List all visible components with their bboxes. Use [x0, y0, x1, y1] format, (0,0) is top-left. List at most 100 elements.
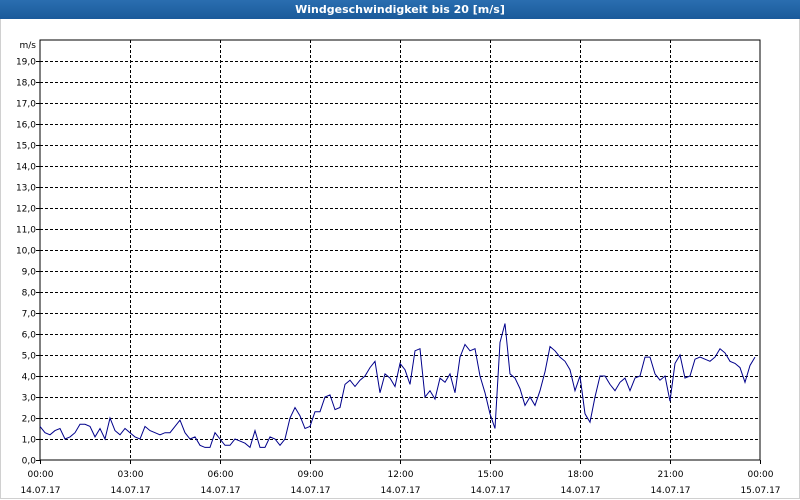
data-point	[589, 422, 590, 423]
data-point	[329, 394, 330, 395]
y-tick-label: 10,0	[16, 247, 36, 257]
data-point	[559, 357, 560, 358]
data-point	[484, 392, 485, 393]
data-point	[504, 323, 505, 324]
data-point	[429, 390, 430, 391]
data-point	[394, 386, 395, 387]
data-point	[179, 420, 180, 421]
data-point	[134, 436, 135, 437]
data-point	[344, 384, 345, 385]
x-tick-time-label: 09:00	[298, 470, 324, 480]
data-point	[489, 413, 490, 414]
data-point	[539, 390, 540, 391]
data-point	[249, 447, 250, 448]
data-point	[44, 432, 45, 433]
y-tick-label: 14,0	[16, 163, 36, 173]
data-point	[264, 447, 265, 448]
y-tick-label: 2,0	[22, 415, 37, 425]
data-point	[674, 363, 675, 364]
data-point	[64, 438, 65, 439]
data-point	[364, 375, 365, 376]
y-tick-label: 15,0	[16, 142, 36, 152]
data-point	[579, 375, 580, 376]
data-point	[119, 434, 120, 435]
data-point	[594, 396, 595, 397]
data-point	[379, 392, 380, 393]
x-tick-time-label: 21:00	[658, 470, 684, 480]
data-point	[704, 359, 705, 360]
y-tick-label: 12,0	[16, 205, 36, 215]
data-point	[609, 384, 610, 385]
data-point	[219, 438, 220, 439]
data-point	[439, 378, 440, 379]
data-point	[459, 357, 460, 358]
data-point	[524, 405, 525, 406]
y-tick-label: 9,0	[22, 268, 37, 278]
data-point	[94, 436, 95, 437]
data-point	[719, 348, 720, 349]
data-point	[54, 430, 55, 431]
data-point	[739, 367, 740, 368]
x-tick-date-label: 14.07.17	[290, 486, 330, 496]
x-tick-time-label: 18:00	[568, 470, 594, 480]
series-line	[39, 323, 756, 449]
y-tick-label: 18,0	[16, 79, 36, 89]
data-point	[599, 375, 600, 376]
data-point	[359, 380, 360, 381]
x-tick-date-label: 14.07.17	[650, 486, 690, 496]
y-tick-label: 17,0	[16, 100, 36, 110]
data-point	[169, 432, 170, 433]
y-tick-label: 4,0	[22, 373, 37, 383]
data-point	[59, 428, 60, 429]
data-point	[49, 434, 50, 435]
data-point	[519, 388, 520, 389]
data-point	[604, 375, 605, 376]
data-point	[229, 445, 230, 446]
data-point	[684, 378, 685, 379]
data-point	[529, 396, 530, 397]
data-point	[319, 411, 320, 412]
x-tick-time-label: 00:00	[28, 470, 54, 480]
data-point	[664, 375, 665, 376]
data-point	[414, 350, 415, 351]
data-point	[259, 447, 260, 448]
data-point	[224, 445, 225, 446]
data-point	[714, 357, 715, 358]
y-tick-label: 1,0	[22, 436, 37, 446]
x-tick-date-label: 14.07.17	[560, 486, 600, 496]
data-point	[174, 426, 175, 427]
data-point	[214, 432, 215, 433]
data-point	[544, 371, 545, 372]
y-tick-label: 16,0	[16, 121, 36, 131]
data-point	[729, 361, 730, 362]
data-point	[309, 426, 310, 427]
x-tick-date-label: 14.07.17	[470, 486, 510, 496]
data-point	[404, 369, 405, 370]
data-point	[409, 384, 410, 385]
data-point	[349, 380, 350, 381]
data-point	[149, 430, 150, 431]
data-point	[374, 361, 375, 362]
data-point	[709, 361, 710, 362]
y-tick-label: 0,0	[22, 457, 37, 467]
data-point	[339, 407, 340, 408]
data-point	[494, 428, 495, 429]
data-point	[514, 378, 515, 379]
data-point	[304, 428, 305, 429]
data-point	[334, 409, 335, 410]
y-tick-label: 11,0	[16, 226, 36, 236]
wind-speed-chart: 0,0 1,0 2,0 3,0 4,0 5,0 6,0 7,0 8,0 9,0 10,0 11,0 12…	[16, 39, 781, 496]
y-tick-label: 3,0	[22, 394, 37, 404]
data-point	[554, 350, 555, 351]
data-point	[129, 432, 130, 433]
data-point	[584, 413, 585, 414]
x-tick-time-label: 15:00	[478, 470, 504, 480]
data-point	[469, 350, 470, 351]
data-point	[389, 378, 390, 379]
data-point	[669, 401, 670, 402]
data-point	[234, 438, 235, 439]
data-point	[614, 390, 615, 391]
data-point	[109, 417, 110, 418]
data-point	[39, 426, 40, 427]
data-point	[509, 373, 510, 374]
